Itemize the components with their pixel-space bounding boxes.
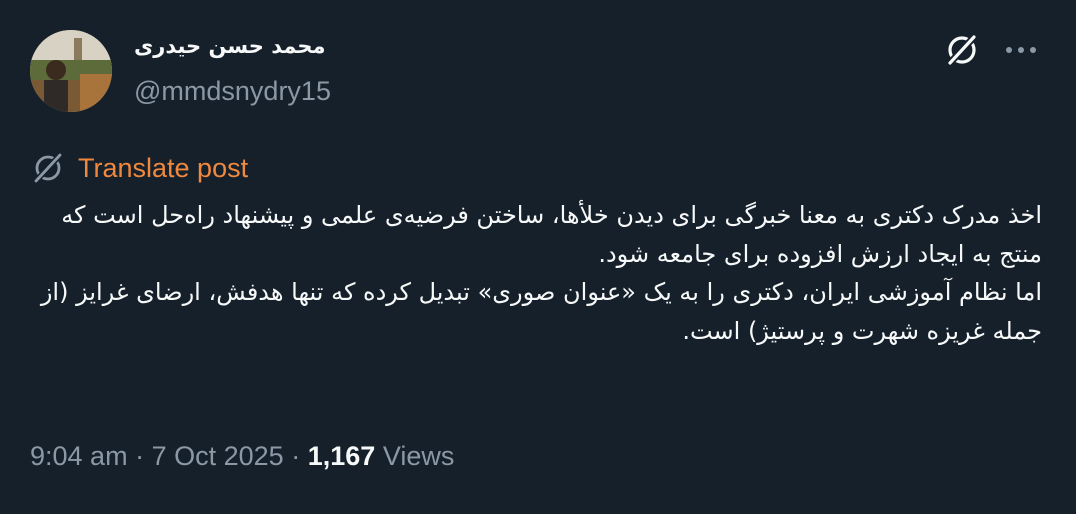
views-count[interactable]: 1,167 (308, 441, 376, 471)
post-card: محمد حسن حیدری @mmdsnydry15 Translate po… (0, 0, 1076, 514)
views-label: Views (382, 441, 455, 471)
avatar-photo (30, 30, 112, 112)
more-icon (1006, 47, 1036, 53)
grok-button[interactable] (942, 30, 982, 70)
grok-icon (946, 33, 978, 67)
post-time[interactable]: 9:04 am (30, 441, 128, 471)
translate-post-button[interactable]: Translate post (30, 150, 248, 186)
avatar[interactable] (30, 30, 112, 112)
more-options-button[interactable] (998, 30, 1044, 70)
translate-icon (32, 151, 64, 185)
translate-post-label: Translate post (78, 152, 249, 183)
post-text: اخذ مدرک دکتری به معنا خبرگی برای دیدن خ… (40, 201, 1042, 345)
post-metadata: 9:04 am · 7 Oct 2025 · 1,167 Views (30, 441, 454, 472)
meta-separator: · (135, 441, 145, 471)
meta-separator: · (291, 441, 301, 471)
post-date[interactable]: 7 Oct 2025 (152, 441, 284, 471)
author-display-name[interactable]: محمد حسن حیدری (134, 34, 326, 58)
author-handle[interactable]: @mmdsnydry15 (134, 76, 331, 107)
